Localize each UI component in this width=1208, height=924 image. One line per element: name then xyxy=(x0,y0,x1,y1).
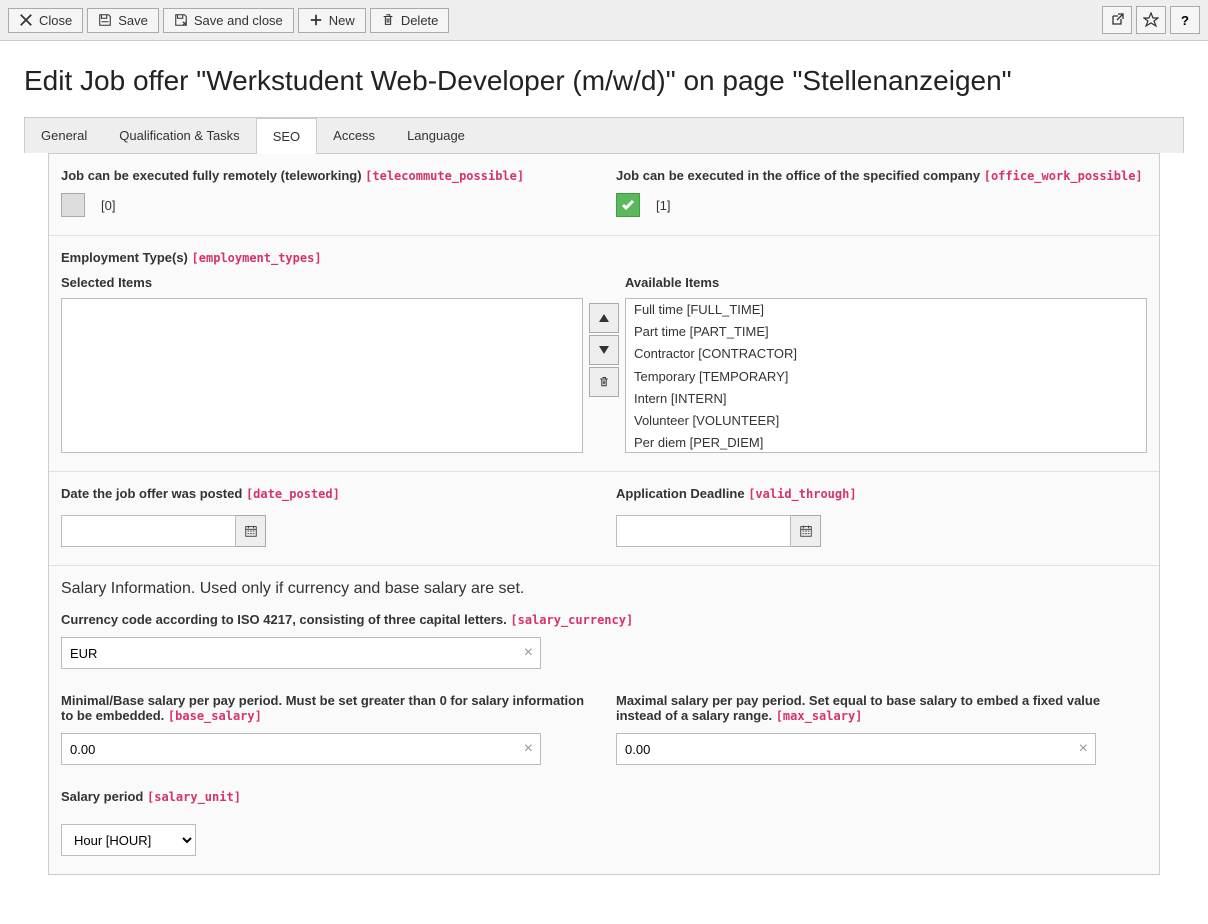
clear-currency-button[interactable]: × xyxy=(524,644,533,662)
telecommute-checkbox[interactable] xyxy=(61,193,85,217)
close-button[interactable]: Close xyxy=(8,8,83,33)
favorite-button[interactable] xyxy=(1136,6,1166,34)
base-salary-label: Minimal/Base salary per pay period. Must… xyxy=(61,693,592,723)
valid-through-input[interactable] xyxy=(616,515,791,547)
triangle-down-icon xyxy=(598,344,610,356)
save-label: Save xyxy=(118,13,148,28)
star-icon xyxy=(1143,12,1159,28)
save-close-button[interactable]: Save and close xyxy=(163,8,294,33)
base-salary-input[interactable] xyxy=(61,733,541,765)
date-posted-picker[interactable] xyxy=(236,515,266,547)
date-posted-label: Date the job offer was posted [date_post… xyxy=(61,486,592,501)
tab-qualification[interactable]: Qualification & Tasks xyxy=(103,118,255,153)
selected-items-heading: Selected Items xyxy=(61,275,583,290)
help-button[interactable]: ? xyxy=(1170,6,1200,34)
list-item[interactable]: Per diem [PER_DIEM] xyxy=(626,432,1146,453)
move-up-button[interactable] xyxy=(589,303,619,333)
toolbar: Close Save Save and close New Delete ? xyxy=(0,0,1208,41)
delete-label: Delete xyxy=(401,13,439,28)
calendar-icon xyxy=(799,524,813,538)
currency-label: Currency code according to ISO 4217, con… xyxy=(61,612,1147,627)
delete-button[interactable]: Delete xyxy=(370,8,450,33)
salary-heading: Salary Information. Used only if currenc… xyxy=(61,580,1147,598)
page-title: Edit Job offer "Werkstudent Web-Develope… xyxy=(0,41,1208,117)
save-close-label: Save and close xyxy=(194,13,283,28)
help-label: ? xyxy=(1181,13,1189,28)
tab-seo[interactable]: SEO xyxy=(256,118,317,154)
salary-unit-label: Salary period [salary_unit] xyxy=(61,789,1147,804)
clear-base-salary-button[interactable]: × xyxy=(524,740,533,758)
valid-through-label: Application Deadline [valid_through] xyxy=(616,486,1147,501)
remove-item-button[interactable] xyxy=(589,367,619,397)
close-label: Close xyxy=(39,13,72,28)
selected-items-list[interactable] xyxy=(61,298,583,453)
plus-icon xyxy=(309,13,323,27)
office-label: Job can be executed in the office of the… xyxy=(616,168,1147,183)
calendar-icon xyxy=(244,524,258,538)
check-icon xyxy=(620,197,636,213)
external-icon xyxy=(1109,12,1125,28)
trash-icon xyxy=(598,376,610,388)
telecommute-value: [0] xyxy=(101,198,115,213)
save-button[interactable]: Save xyxy=(87,8,159,33)
list-item[interactable]: Temporary [TEMPORARY] xyxy=(626,366,1146,388)
list-item[interactable]: Full time [FULL_TIME] xyxy=(626,299,1146,321)
tab-access[interactable]: Access xyxy=(317,118,391,153)
list-item[interactable]: Contractor [CONTRACTOR] xyxy=(626,343,1146,365)
available-items-heading: Available Items xyxy=(625,275,1147,290)
list-item[interactable]: Part time [PART_TIME] xyxy=(626,321,1146,343)
office-checkbox[interactable] xyxy=(616,193,640,217)
new-label: New xyxy=(329,13,355,28)
close-icon xyxy=(19,13,33,27)
new-button[interactable]: New xyxy=(298,8,366,33)
save-close-icon xyxy=(174,13,188,27)
open-external-button[interactable] xyxy=(1102,6,1132,34)
triangle-up-icon xyxy=(598,312,610,324)
max-salary-input[interactable] xyxy=(616,733,1096,765)
currency-input[interactable] xyxy=(61,637,541,669)
tabs: General Qualification & Tasks SEO Access… xyxy=(24,117,1184,153)
office-value: [1] xyxy=(656,198,670,213)
salary-unit-select[interactable]: Hour [HOUR] xyxy=(61,824,196,856)
tab-general[interactable]: General xyxy=(25,118,103,153)
trash-icon xyxy=(381,13,395,27)
valid-through-picker[interactable] xyxy=(791,515,821,547)
date-posted-input[interactable] xyxy=(61,515,236,547)
max-salary-label: Maximal salary per pay period. Set equal… xyxy=(616,693,1147,723)
telecommute-label: Job can be executed fully remotely (tele… xyxy=(61,168,592,183)
tab-language[interactable]: Language xyxy=(391,118,481,153)
save-icon xyxy=(98,13,112,27)
list-item[interactable]: Intern [INTERN] xyxy=(626,388,1146,410)
available-items-list[interactable]: Full time [FULL_TIME] Part time [PART_TI… xyxy=(625,298,1147,453)
move-down-button[interactable] xyxy=(589,335,619,365)
list-item[interactable]: Volunteer [VOLUNTEER] xyxy=(626,410,1146,432)
employment-label: Employment Type(s) [employment_types] xyxy=(61,250,1147,265)
clear-max-salary-button[interactable]: × xyxy=(1079,740,1088,758)
form-content: Job can be executed fully remotely (tele… xyxy=(48,153,1160,875)
